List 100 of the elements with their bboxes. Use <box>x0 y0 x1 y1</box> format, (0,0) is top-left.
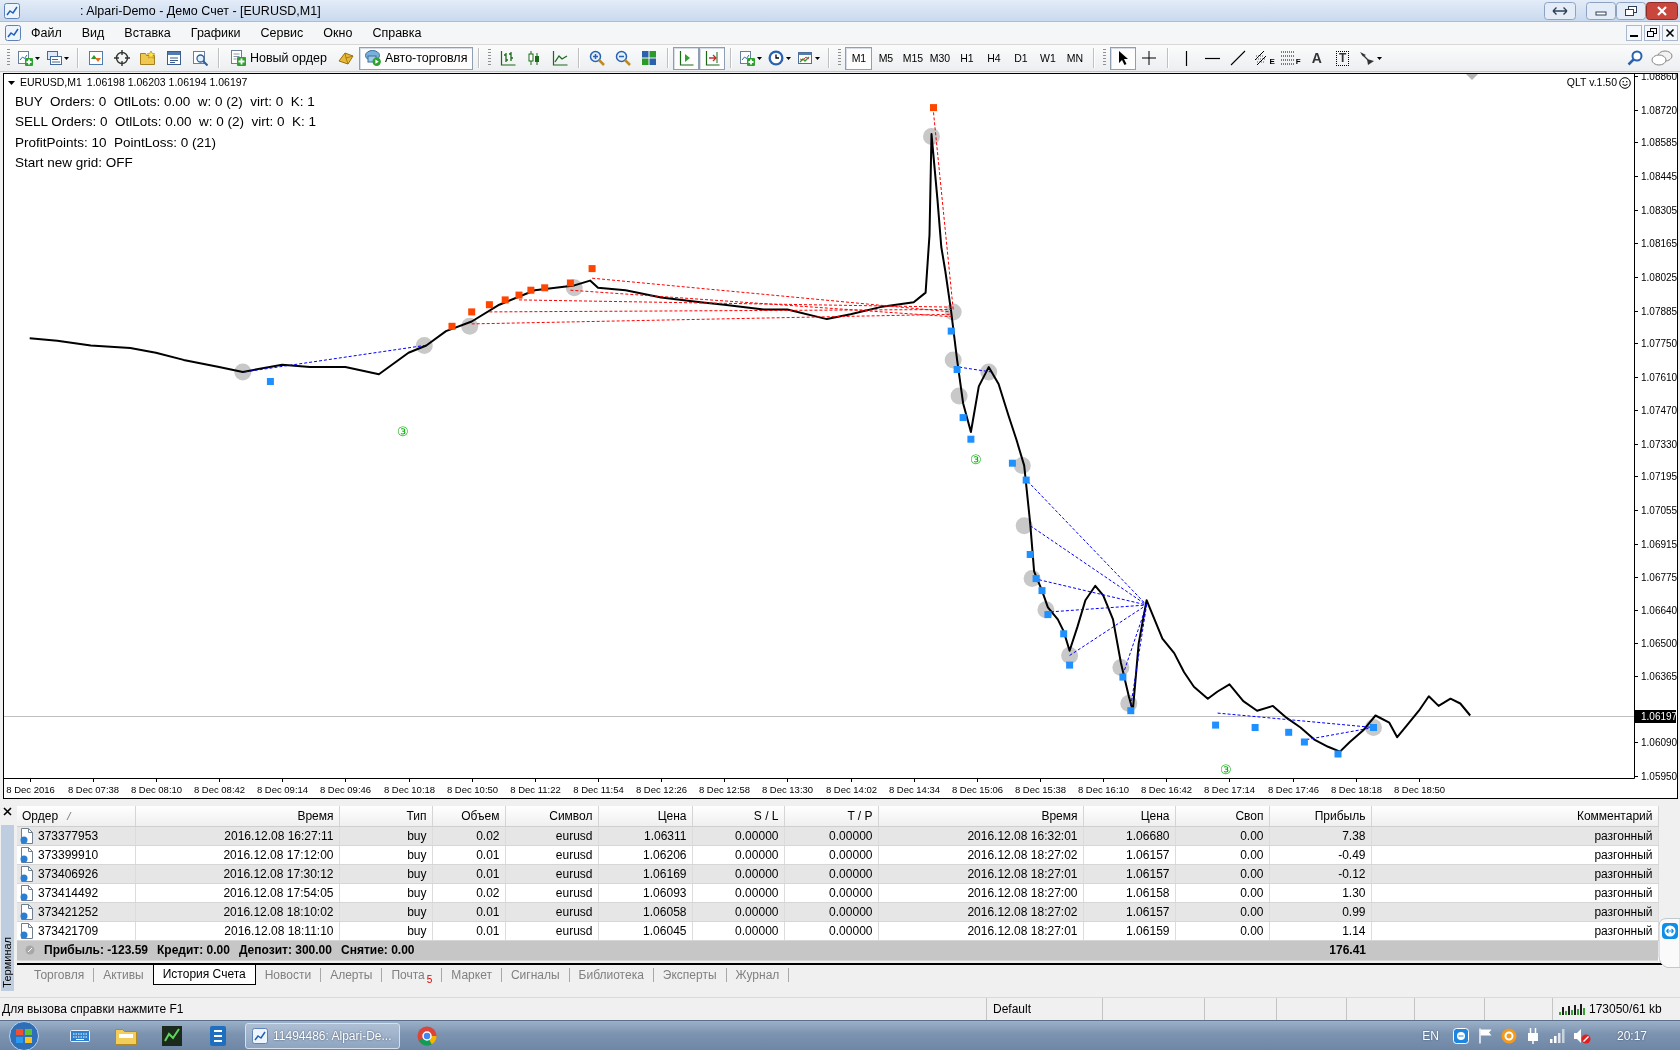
table-cell: eurusd <box>505 883 598 902</box>
info-line: BUY Orders: 0 OtlLots: 0.00 w: 0 (2) virt: 0 K: 1 <box>15 93 315 111</box>
table-cell: 0.00 <box>1175 845 1269 864</box>
table-cell: разгонный <box>1371 845 1658 864</box>
table-cell: 1.14 <box>1269 921 1371 940</box>
summary-text: Прибыль: -123.59 <box>44 943 149 957</box>
table-cell: 1.06093 <box>598 883 692 902</box>
traffic-counter: 173050/61 kb <box>1589 1002 1662 1016</box>
price-label: 1.08305 <box>1641 205 1677 216</box>
table-cell: 0.00000 <box>692 921 784 940</box>
table-cell: buy <box>339 921 432 940</box>
time-label: 8 Dec 16:42 <box>1140 784 1193 795</box>
order-number: 373399910 <box>38 847 99 862</box>
time-label: 8 Dec 16:10 <box>1077 784 1130 795</box>
table-cell: 0.00 <box>1175 921 1269 940</box>
profile-name: Default <box>993 1002 1032 1016</box>
time-label: 8 Dec 09:14 <box>256 784 309 795</box>
table-cell: 0.00000 <box>692 845 784 864</box>
table-cell: 2016.12.08 18:27:02 <box>878 845 1083 864</box>
table-cell: 1.06157 <box>1083 845 1175 864</box>
price-label: 1.08445 <box>1641 171 1677 182</box>
price-label: 1.06090 <box>1641 737 1677 748</box>
price-label: 1.06500 <box>1641 638 1677 649</box>
table-cell: 1.06045 <box>598 921 692 940</box>
price-label: 1.07750 <box>1641 338 1677 349</box>
table-cell: 0.01 <box>432 921 505 940</box>
table-cell: 2016.12.08 18:27:00 <box>878 883 1083 902</box>
table-cell: 2016.12.08 18:27:01 <box>878 921 1083 940</box>
price-label: 1.06915 <box>1641 539 1677 550</box>
price-label: 1.05950 <box>1641 771 1677 782</box>
time-label: 8 Dec 15:06 <box>951 784 1004 795</box>
price-label: 1.07885 <box>1641 306 1677 317</box>
table-cell: 0.00000 <box>692 883 784 902</box>
chart-symbol: EURUSD,M1 <box>20 76 82 89</box>
table-cell: buy <box>339 883 432 902</box>
table-cell: разгонный <box>1371 921 1658 940</box>
help-hint: Для вызова справки нажмите F1 <box>2 1002 184 1016</box>
unread-count: 5 <box>426 974 433 985</box>
info-line: Start new grid: OFF <box>15 153 133 172</box>
circled-number-label: ③ <box>397 423 409 439</box>
table-cell: 0.00000 <box>784 921 878 940</box>
time-label: 8 Dec 10:18 <box>383 784 436 795</box>
table-cell: 0.00000 <box>784 845 878 864</box>
price-label: 1.08720 <box>1641 105 1677 116</box>
time-label: 8 Dec 08:10 <box>130 784 183 795</box>
info-line: SELL Orders: 0 OtlLots: 0.00 w: 0 (2) virt: 0 K: 1 <box>15 113 317 132</box>
expert-label: QLT v.1.50 <box>1566 76 1617 89</box>
table-cell: 2016.12.08 17:12:00 <box>135 845 339 864</box>
table-cell: 1.06206 <box>598 845 692 864</box>
table-cell: eurusd <box>505 845 598 864</box>
table-cell: eurusd <box>505 921 598 940</box>
time-label: 8 Dec 17:46 <box>1267 784 1320 795</box>
price-label: 1.06365 <box>1641 671 1677 682</box>
price-label: 1.06775 <box>1641 572 1677 583</box>
table-cell: 0.00000 <box>784 883 878 902</box>
time-label: 8 Dec 14:02 <box>825 784 878 795</box>
price-label: 1.08025 <box>1641 272 1677 283</box>
panel-label: Терминал <box>1 937 14 990</box>
time-label: 8 Dec 12:26 <box>635 784 688 795</box>
ohlc-values: 1.06198 1.06203 1.06194 1.06197 <box>86 76 248 89</box>
window-title: : Alpari-Demo - Демо Счет - [EURUSD,M1] <box>80 3 321 18</box>
price-label: 1.07470 <box>1641 405 1677 416</box>
time-label: 8 Dec 11:54 <box>573 784 624 795</box>
summary-text: Депозит: 300.00 <box>238 943 332 957</box>
total-profit: 176.41 <box>1269 940 1371 960</box>
time-label: 8 Dec 11:22 <box>510 784 561 795</box>
time-label: 8 Dec 17:14 <box>1203 784 1256 795</box>
time-label: 8 Dec 2016 <box>6 784 55 795</box>
price-label: 1.07055 <box>1641 505 1677 516</box>
price-label: 1.07330 <box>1641 439 1677 450</box>
table-cell: 0.02 <box>432 883 505 902</box>
table-cell: 1.30 <box>1269 883 1371 902</box>
table-cell: 0.01 <box>432 845 505 864</box>
time-label: 8 Dec 08:42 <box>193 784 246 795</box>
table-cell: 1.06159 <box>1083 921 1175 940</box>
time-label: 8 Dec 12:58 <box>698 784 751 795</box>
time-label: 8 Dec 18:50 <box>1393 784 1446 795</box>
time-label: 8 Dec 13:30 <box>761 784 814 795</box>
order-number: 373421252 <box>38 904 99 919</box>
table-cell: разгонный <box>1371 883 1658 902</box>
order-number: 373421709 <box>38 923 99 938</box>
circled-number-label: ③ <box>970 451 982 467</box>
price-label: 1.08165 <box>1641 238 1677 249</box>
circled-number-label: ③ <box>1220 761 1232 777</box>
current-price-tag: 1.06197 <box>1635 710 1677 723</box>
table-cell: 2016.12.08 18:11:10 <box>135 921 339 940</box>
order-number: 373406926 <box>38 866 99 881</box>
table-cell: 1.06158 <box>1083 883 1175 902</box>
time-label: 8 Dec 15:38 <box>1014 784 1067 795</box>
table-cell: 2016.12.08 17:54:05 <box>135 883 339 902</box>
time-label: 8 Dec 10:50 <box>446 784 499 795</box>
table-cell: buy <box>339 845 432 864</box>
time-label: 8 Dec 07:38 <box>67 784 120 795</box>
price-label: 1.08585 <box>1641 137 1677 148</box>
table-cell: 0.00 <box>1175 883 1269 902</box>
time-label: 8 Dec 18:18 <box>1330 784 1383 795</box>
info-line: ProfitPoints: 10 PointLoss: 0 (21) <box>15 133 217 152</box>
price-label: 1.07610 <box>1641 372 1677 383</box>
ref-line-label: 1.06197 <box>1641 711 1678 722</box>
order-number: 373377953 <box>38 828 99 843</box>
